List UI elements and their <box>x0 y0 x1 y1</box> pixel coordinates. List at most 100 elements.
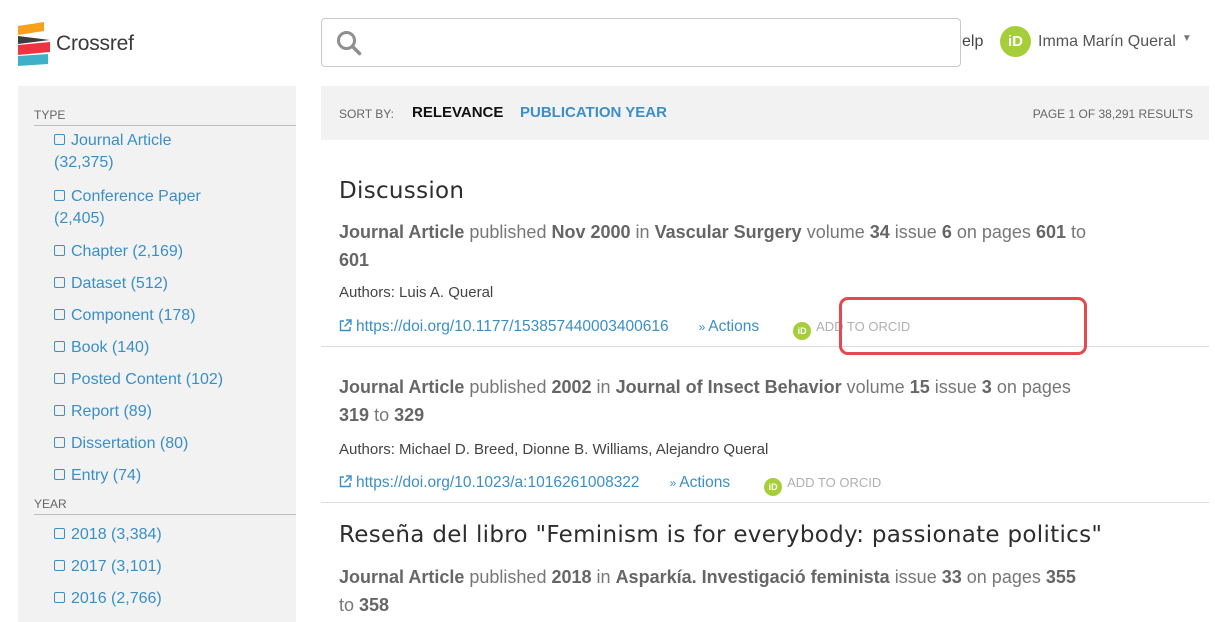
facet-type-journal-article[interactable]: Journal Article (32,375) <box>54 130 284 174</box>
facet-label: Chapter (2,169) <box>71 243 184 260</box>
result-volume: 34 <box>869 222 890 242</box>
search-input[interactable] <box>374 25 934 61</box>
facet-label: 2017 (3,101) <box>71 558 162 575</box>
result-journal: Vascular Surgery <box>654 222 802 242</box>
actions-dropdown[interactable]: » Actions <box>670 474 731 492</box>
meta-word: issue <box>894 222 937 242</box>
facet-year-2016[interactable]: 2016 (2,766) <box>54 588 284 610</box>
result-page-start: 319 <box>339 405 370 425</box>
result-date: 2018 <box>551 567 592 587</box>
facet-label: Conference Paper <box>71 188 201 205</box>
search-box[interactable] <box>321 18 961 67</box>
facet-label: Dataset (512) <box>71 275 168 292</box>
checkbox-icon[interactable] <box>54 373 65 384</box>
checkbox-icon[interactable] <box>54 469 65 480</box>
help-link[interactable]: elp <box>962 33 983 51</box>
facet-type-chapter[interactable]: Chapter (2,169) <box>54 241 284 263</box>
add-to-orcid-button[interactable]: iD ADD TO ORCID <box>764 475 881 496</box>
result-title[interactable]: Discussion <box>339 178 464 204</box>
sort-bar: SORT BY: RELEVANCE PUBLICATION YEAR PAGE… <box>321 86 1209 140</box>
facet-label: Component (178) <box>71 307 196 324</box>
facet-label: Entry (74) <box>71 467 142 484</box>
meta-word: to <box>339 595 355 615</box>
facet-count: (2,405) <box>54 210 105 227</box>
meta-word: volume <box>806 222 865 242</box>
result-type: Journal Article <box>339 567 465 587</box>
meta-word: volume <box>846 377 905 397</box>
facet-label: Posted Content (102) <box>71 371 224 388</box>
checkbox-icon[interactable] <box>54 134 65 145</box>
result-links: https://doi.org/10.1177/1538574400034006… <box>339 318 910 340</box>
page-info: PAGE 1 OF 38,291 RESULTS <box>1032 107 1193 121</box>
user-name: Imma Marín Queral <box>1038 32 1176 50</box>
actions-dropdown[interactable]: » Actions <box>699 318 760 336</box>
result-links: https://doi.org/10.1023/a:1016261008322 »… <box>339 474 881 496</box>
result-authors: Authors: Michael D. Breed, Dionne B. Wil… <box>339 441 769 458</box>
facet-title-year: YEAR <box>34 493 296 515</box>
facet-year-2017[interactable]: 2017 (3,101) <box>54 556 284 578</box>
facet-type-entry[interactable]: Entry (74) <box>54 465 284 487</box>
result-type: Journal Article <box>339 377 465 397</box>
checkbox-icon[interactable] <box>54 245 65 256</box>
result-authors: Authors: Luis A. Queral <box>339 284 494 301</box>
meta-word: on pages <box>966 567 1041 587</box>
double-chevron-down-icon: » <box>669 476 677 490</box>
result-page-end: 329 <box>394 405 425 425</box>
checkbox-icon[interactable] <box>54 309 65 320</box>
result-page-start: 601 <box>1035 222 1066 242</box>
facet-type-conference-paper[interactable]: Conference Paper (2,405) <box>54 186 284 230</box>
checkbox-icon[interactable] <box>54 277 65 288</box>
checkbox-icon[interactable] <box>54 405 65 416</box>
crossref-logo-icon <box>18 22 50 66</box>
result-type: Journal Article <box>339 222 465 242</box>
result-title[interactable]: Reseña del libro "Feminism is for everyb… <box>339 522 1102 548</box>
meta-word: published <box>469 567 547 587</box>
sort-label: SORT BY: <box>339 107 394 121</box>
result-journal: Asparkía. Investigació feminista <box>615 567 890 587</box>
facet-title-type: TYPE <box>34 104 296 126</box>
facet-type-component[interactable]: Component (178) <box>54 305 284 327</box>
meta-word: issue <box>894 567 937 587</box>
orcid-icon: iD <box>793 322 812 340</box>
meta-word: to <box>1071 222 1087 242</box>
checkbox-icon[interactable] <box>54 592 65 603</box>
external-link-icon <box>339 319 352 332</box>
top-header: Crossref elp iD Imma Marín Queral ▼ <box>0 0 1215 84</box>
facet-year-2018[interactable]: 2018 (3,384) <box>54 524 284 546</box>
meta-word: on pages <box>996 377 1071 397</box>
facet-type-posted-content[interactable]: Posted Content (102) <box>54 369 284 391</box>
facet-type-book[interactable]: Book (140) <box>54 337 284 359</box>
meta-word: published <box>469 222 547 242</box>
checkbox-icon[interactable] <box>54 437 65 448</box>
doi-link[interactable]: https://doi.org/10.1023/a:1016261008322 <box>356 474 640 491</box>
result-item: Journal Article published 2002 in Journa… <box>321 347 1209 503</box>
facet-type-report[interactable]: Report (89) <box>54 401 284 423</box>
checkbox-icon[interactable] <box>54 341 65 352</box>
facet-type-dataset[interactable]: Dataset (512) <box>54 273 284 295</box>
chevron-down-icon: ▼ <box>1181 33 1192 44</box>
sort-relevance-option[interactable]: RELEVANCE <box>412 104 503 121</box>
facet-count: (32,375) <box>54 154 114 171</box>
facet-label: Report (89) <box>71 403 152 420</box>
user-menu[interactable]: iD Imma Marín Queral ▼ <box>1000 26 1192 57</box>
result-metadata: Journal Article published Nov 2000 in Va… <box>339 218 1199 274</box>
result-date: Nov 2000 <box>551 222 631 242</box>
facet-type-dissertation[interactable]: Dissertation (80) <box>54 433 284 455</box>
meta-word: in <box>596 377 611 397</box>
meta-word: in <box>635 222 650 242</box>
orcid-icon: iD <box>764 478 783 496</box>
actions-label: Actions <box>708 318 760 335</box>
doi-link[interactable]: https://doi.org/10.1177/1538574400034006… <box>356 318 669 335</box>
facet-label: 2016 (2,766) <box>71 590 162 607</box>
actions-label: Actions <box>679 474 731 491</box>
logo-text: Crossref <box>56 32 134 55</box>
result-issue: 3 <box>981 377 992 397</box>
result-metadata: Journal Article published 2018 in Aspark… <box>339 563 1199 619</box>
result-metadata: Journal Article published 2002 in Journa… <box>339 373 1199 429</box>
checkbox-icon[interactable] <box>54 528 65 539</box>
checkbox-icon[interactable] <box>54 560 65 571</box>
sort-publication-year-option[interactable]: PUBLICATION YEAR <box>520 104 667 121</box>
checkbox-icon[interactable] <box>54 190 65 201</box>
crossref-logo[interactable]: Crossref <box>18 22 134 66</box>
meta-word: in <box>596 567 611 587</box>
